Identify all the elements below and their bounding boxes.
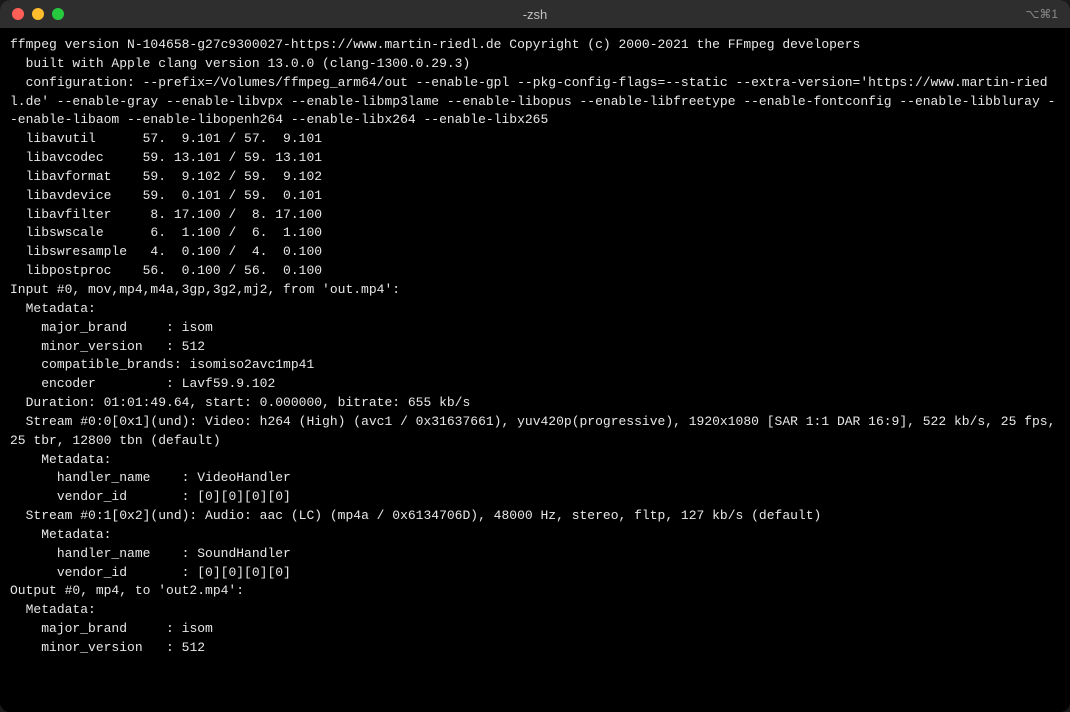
terminal-line: libavformat 59. 9.102 / 59. 9.102 bbox=[10, 168, 1060, 187]
terminal-line: built with Apple clang version 13.0.0 (c… bbox=[10, 55, 1060, 74]
terminal-line: vendor_id : [0][0][0][0] bbox=[10, 488, 1060, 507]
terminal-window: -zsh ⌥⌘1 ffmpeg version N-104658-g27c930… bbox=[0, 0, 1070, 712]
terminal-line: Stream #0:0[0x1](und): Video: h264 (High… bbox=[10, 413, 1060, 451]
terminal-line: Metadata: bbox=[10, 451, 1060, 470]
traffic-lights bbox=[12, 8, 64, 20]
window-shortcut: ⌥⌘1 bbox=[1025, 7, 1058, 21]
terminal-line: Metadata: bbox=[10, 601, 1060, 620]
terminal-line: libpostproc 56. 0.100 / 56. 0.100 bbox=[10, 262, 1060, 281]
terminal-line: major_brand : isom bbox=[10, 319, 1060, 338]
terminal-line: handler_name : SoundHandler bbox=[10, 545, 1060, 564]
terminal-output[interactable]: ffmpeg version N-104658-g27c9300027-http… bbox=[0, 28, 1070, 712]
terminal-line: Stream #0:1[0x2](und): Audio: aac (LC) (… bbox=[10, 507, 1060, 526]
terminal-line: Metadata: bbox=[10, 526, 1060, 545]
terminal-line: libavfilter 8. 17.100 / 8. 17.100 bbox=[10, 206, 1060, 225]
terminal-line: Metadata: bbox=[10, 300, 1060, 319]
terminal-line: libswresample 4. 0.100 / 4. 0.100 bbox=[10, 243, 1060, 262]
titlebar[interactable]: -zsh ⌥⌘1 bbox=[0, 0, 1070, 28]
terminal-line: libswscale 6. 1.100 / 6. 1.100 bbox=[10, 224, 1060, 243]
terminal-line: libavdevice 59. 0.101 / 59. 0.101 bbox=[10, 187, 1060, 206]
terminal-line: configuration: --prefix=/Volumes/ffmpeg_… bbox=[10, 74, 1060, 131]
terminal-line: libavcodec 59. 13.101 / 59. 13.101 bbox=[10, 149, 1060, 168]
terminal-line: Input #0, mov,mp4,m4a,3gp,3g2,mj2, from … bbox=[10, 281, 1060, 300]
terminal-line: vendor_id : [0][0][0][0] bbox=[10, 564, 1060, 583]
terminal-line: minor_version : 512 bbox=[10, 338, 1060, 357]
terminal-line: Output #0, mp4, to 'out2.mp4': bbox=[10, 582, 1060, 601]
terminal-line: compatible_brands: isomiso2avc1mp41 bbox=[10, 356, 1060, 375]
terminal-line: libavutil 57. 9.101 / 57. 9.101 bbox=[10, 130, 1060, 149]
terminal-line: encoder : Lavf59.9.102 bbox=[10, 375, 1060, 394]
window-title: -zsh bbox=[523, 7, 548, 22]
terminal-line: minor_version : 512 bbox=[10, 639, 1060, 658]
maximize-icon[interactable] bbox=[52, 8, 64, 20]
minimize-icon[interactable] bbox=[32, 8, 44, 20]
terminal-line: Duration: 01:01:49.64, start: 0.000000, … bbox=[10, 394, 1060, 413]
close-icon[interactable] bbox=[12, 8, 24, 20]
terminal-line: handler_name : VideoHandler bbox=[10, 469, 1060, 488]
terminal-line: major_brand : isom bbox=[10, 620, 1060, 639]
terminal-line: ffmpeg version N-104658-g27c9300027-http… bbox=[10, 36, 1060, 55]
